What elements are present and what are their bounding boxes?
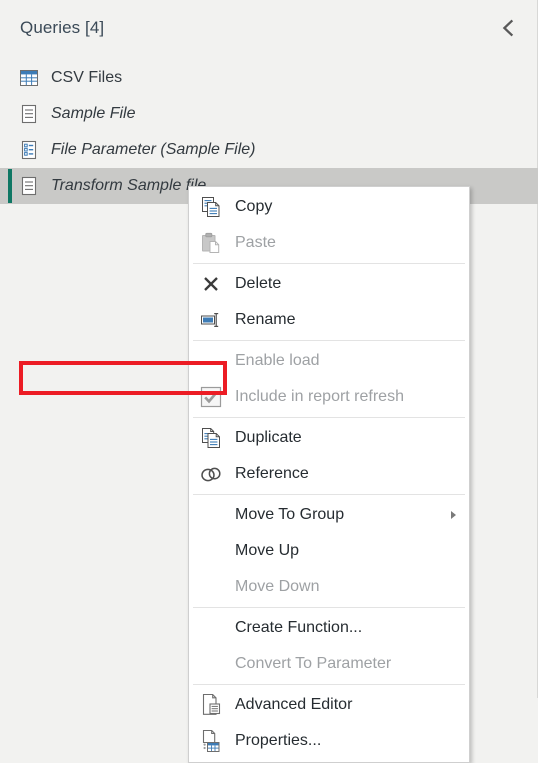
menu-item-convert-to-parameter: Convert To Parameter <box>189 646 469 682</box>
query-list: CSV Files Sample File File Parameter (Samp… <box>0 60 538 204</box>
query-list-item-label: Sample File <box>51 105 136 122</box>
menu-icon-placeholder <box>195 648 227 680</box>
menu-item-move-up[interactable]: Move Up <box>189 533 469 569</box>
menu-item-enable-load: Enable load <box>189 343 469 379</box>
menu-item-advanced-editor[interactable]: Advanced Editor <box>189 687 469 723</box>
checkbox-checked-icon <box>195 381 227 413</box>
advanced-editor-icon <box>195 689 227 721</box>
reference-link-icon <box>195 458 227 490</box>
paste-icon <box>195 227 227 259</box>
menu-item-include-in-report-refresh: Include in report refresh <box>189 379 469 415</box>
menu-item-label: Create Function... <box>235 619 363 636</box>
menu-separator <box>193 417 465 418</box>
table-icon <box>18 66 40 90</box>
menu-item-label: Duplicate <box>235 429 302 446</box>
query-list-item[interactable]: CSV Files <box>0 60 538 96</box>
query-list-item-label: CSV Files <box>51 69 123 86</box>
query-list-item[interactable]: Sample File <box>0 96 538 132</box>
menu-item-move-to-group[interactable]: Move To Group <box>189 497 469 533</box>
menu-item-rename[interactable]: Rename <box>189 302 469 338</box>
page-title: Queries [4] <box>20 18 105 37</box>
rename-icon <box>195 304 227 336</box>
query-list-item-label: File Parameter (Sample File) <box>51 141 256 158</box>
menu-item-label: Properties... <box>235 732 322 749</box>
menu-item-duplicate[interactable]: Duplicate <box>189 420 469 456</box>
chevron-right-icon <box>451 511 456 519</box>
menu-icon-placeholder <box>195 571 227 603</box>
menu-item-label: Delete <box>235 275 282 292</box>
menu-separator <box>193 607 465 608</box>
menu-separator <box>193 684 465 685</box>
menu-item-label: Convert To Parameter <box>235 655 392 672</box>
menu-separator <box>193 263 465 264</box>
menu-item-label: Move To Group <box>235 506 345 523</box>
selection-indicator <box>8 169 12 203</box>
menu-item-label: Move Up <box>235 542 300 559</box>
document-icon <box>18 102 40 126</box>
menu-item-reference[interactable]: Reference <box>189 456 469 492</box>
menu-item-properties[interactable]: Properties... <box>189 723 469 759</box>
menu-item-copy[interactable]: Copy <box>189 189 469 225</box>
delete-x-icon <box>195 268 227 300</box>
copy-icon <box>195 191 227 223</box>
menu-item-label: Copy <box>235 198 273 215</box>
query-context-menu[interactable]: Copy Paste Delete Rename Enable load Include … <box>188 186 470 763</box>
menu-item-label: Paste <box>235 234 276 251</box>
query-list-item[interactable]: File Parameter (Sample File) <box>0 132 538 168</box>
menu-item-move-down: Move Down <box>189 569 469 605</box>
menu-separator <box>193 340 465 341</box>
menu-item-create-function[interactable]: Create Function... <box>189 610 469 646</box>
menu-item-label: Advanced Editor <box>235 696 353 713</box>
menu-icon-placeholder <box>195 612 227 644</box>
menu-item-delete[interactable]: Delete <box>189 266 469 302</box>
menu-item-label: Move Down <box>235 578 320 595</box>
menu-separator <box>193 494 465 495</box>
parameter-icon <box>18 138 40 162</box>
menu-icon-placeholder <box>195 345 227 377</box>
menu-icon-placeholder <box>195 499 227 531</box>
document-icon <box>18 174 40 198</box>
menu-icon-placeholder <box>195 535 227 567</box>
properties-icon <box>195 725 227 757</box>
queries-pane-header: Queries [4] <box>0 0 538 56</box>
menu-item-label: Rename <box>235 311 296 328</box>
duplicate-icon <box>195 422 227 454</box>
menu-item-label: Reference <box>235 465 309 482</box>
chevron-left-icon[interactable] <box>494 15 520 41</box>
query-list-item-label: Transform Sample file <box>51 177 207 194</box>
menu-item-label: Enable load <box>235 352 320 369</box>
menu-item-paste: Paste <box>189 225 469 261</box>
menu-item-label: Include in report refresh <box>235 388 404 405</box>
